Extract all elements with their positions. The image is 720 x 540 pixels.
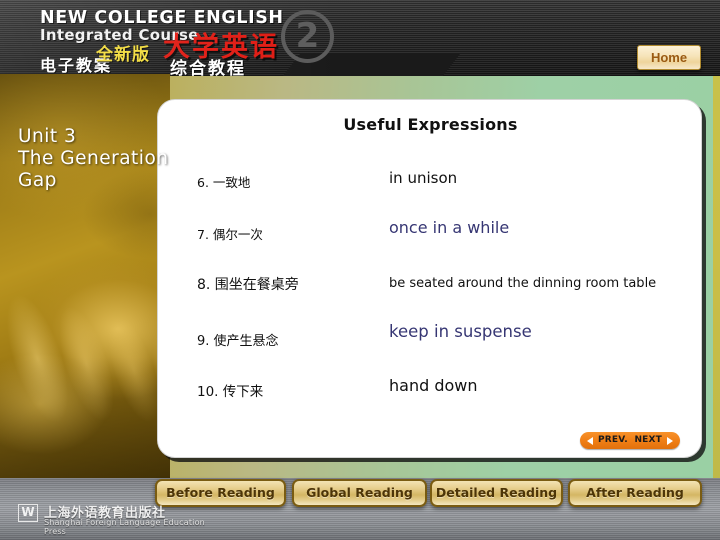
volume-number-badge: 2 [281, 10, 334, 63]
prev-button[interactable]: PREV. [598, 435, 628, 445]
expression-english: once in a while [389, 218, 510, 237]
background-right-stripe [713, 74, 720, 478]
next-arrow-icon[interactable] [667, 437, 673, 445]
list-item: 7. 偶尔一次 once in a while [158, 210, 703, 262]
publisher-name-en: Shanghai Foreign Language Education Pres… [44, 518, 205, 536]
slide-navigation[interactable]: PREV. NEXT [580, 432, 680, 449]
home-button[interactable]: Home [637, 45, 701, 70]
brand-edition-chinese: 全新版 [96, 45, 150, 64]
list-item: 10. 传下来 hand down [158, 366, 703, 418]
brand-subtitle-chinese: 综合教程 [170, 59, 246, 76]
unit-title-line1: Unit 3 [18, 126, 77, 147]
list-item: 6. 一致地 in unison [158, 158, 703, 210]
tab-after-reading[interactable]: After Reading [568, 479, 702, 507]
content-panel: Useful Expressions 6. 一致地 in unison 7. 偶… [157, 99, 702, 458]
list-item: 8. 围坐在餐桌旁 be seated around the dinning r… [158, 262, 703, 314]
header-banner: NEW COLLEGE ENGLISH Integrated Course 电子… [0, 0, 720, 76]
publisher-mark-icon: W [18, 504, 38, 522]
expression-english: in unison [389, 169, 458, 187]
unit-title-line3: Gap [18, 170, 57, 191]
expression-chinese: 6. 一致地 [197, 175, 251, 190]
tab-global-reading[interactable]: Global Reading [292, 479, 427, 507]
unit-title-line2: The Generation [18, 148, 169, 169]
expression-chinese: 7. 偶尔一次 [197, 227, 263, 242]
expression-chinese: 9. 使产生悬念 [197, 334, 279, 349]
tab-detailed-reading[interactable]: Detailed Reading [430, 479, 563, 507]
unit-cover-image: Unit 3 The Generation Gap [0, 74, 170, 478]
expressions-list: 6. 一致地 in unison 7. 偶尔一次 once in a while… [158, 158, 703, 418]
list-item: 9. 使产生悬念 keep in suspense [158, 314, 703, 366]
next-button[interactable]: NEXT [634, 435, 662, 445]
prev-arrow-icon[interactable] [587, 437, 593, 445]
expression-english: keep in suspense [389, 322, 532, 341]
publisher-logo: W 上海外语教育出版社 Shanghai Foreign Language Ed… [18, 500, 228, 536]
slide-root: NEW COLLEGE ENGLISH Integrated Course 电子… [0, 0, 720, 540]
expression-english: hand down [389, 376, 478, 395]
expression-english: be seated around the dinning room table [389, 276, 657, 291]
unit-title: Unit 3 The Generation Gap [18, 126, 168, 192]
expression-chinese: 10. 传下来 [197, 384, 264, 400]
page-title: Useful Expressions [343, 115, 518, 134]
expression-chinese: 8. 围坐在餐桌旁 [197, 277, 299, 293]
